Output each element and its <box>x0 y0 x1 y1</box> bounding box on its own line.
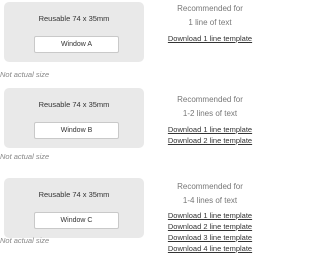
download-2-line-link[interactable]: Download 2 line template <box>150 221 270 232</box>
card-window-c: Reusable 74 x 35mm Window C <box>4 178 144 238</box>
download-1-line-link[interactable]: Download 1 line template <box>150 210 270 221</box>
window-c-preview: Window C <box>34 212 119 229</box>
card-size-label: Reusable 74 x 35mm <box>38 190 110 199</box>
lines-text: 1-2 lines of text <box>182 109 238 118</box>
lines-text: 1-4 lines of text <box>182 196 238 205</box>
template-column-c: Recommended for 1-4 lines of text Downlo… <box>150 180 270 254</box>
template-column-a: Recommended for 1 line of text Download … <box>150 2 270 44</box>
download-1-line-link[interactable]: Download 1 line template <box>150 124 270 135</box>
card-size-label: Reusable 74 x 35mm <box>38 100 110 109</box>
template-column-b: Recommended for 1-2 lines of text Downlo… <box>150 93 270 146</box>
download-2-line-link[interactable]: Download 2 line template <box>150 135 270 146</box>
lines-text: 1 line of text <box>188 18 232 27</box>
not-actual-size-note: Not actual size <box>0 152 50 161</box>
window-b-preview: Window B <box>34 122 119 139</box>
window-a-preview: Window A <box>34 36 119 53</box>
download-1-line-link[interactable]: Download 1 line template <box>150 33 270 44</box>
download-4-line-link[interactable]: Download 4 line template <box>150 243 270 254</box>
recommended-label: Recommended for <box>177 4 243 13</box>
card-window-b: Reusable 74 x 35mm Window B <box>4 88 144 148</box>
card-window-a: Reusable 74 x 35mm Window A <box>4 2 144 62</box>
recommended-label: Recommended for <box>177 182 243 191</box>
download-3-line-link[interactable]: Download 3 line template <box>150 232 270 243</box>
not-actual-size-note: Not actual size <box>0 236 50 245</box>
not-actual-size-note: Not actual size <box>0 70 50 79</box>
card-size-label: Reusable 74 x 35mm <box>38 14 110 23</box>
recommended-label: Recommended for <box>177 95 243 104</box>
